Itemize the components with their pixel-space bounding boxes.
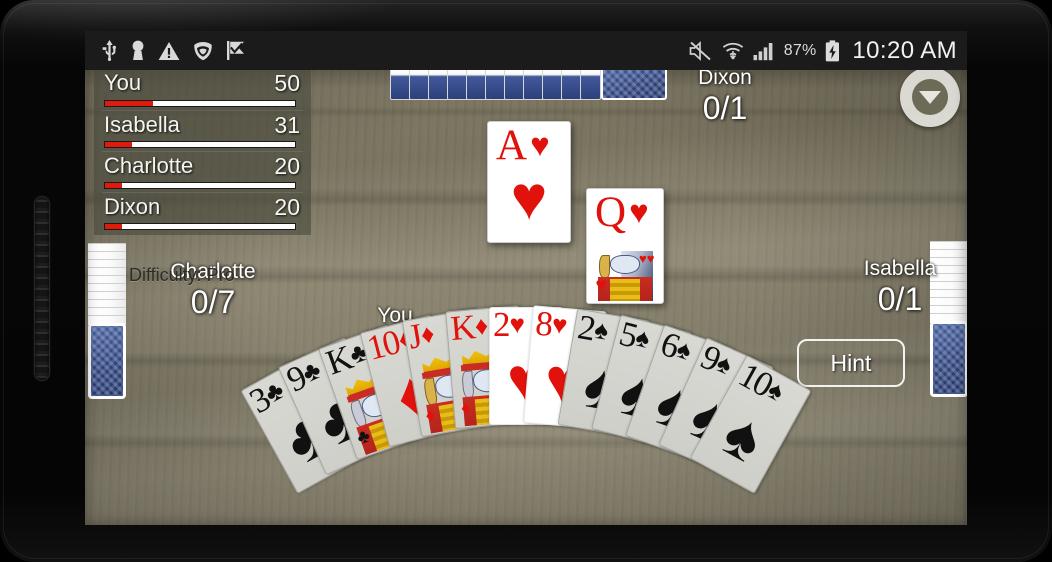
collapse-scoreboard-button[interactable] (900, 67, 960, 127)
speaker-grille (34, 196, 50, 381)
chevron-down-circle-icon (912, 79, 948, 115)
battery-percent-label: 87% (783, 41, 817, 59)
suit-icon: ♦ (473, 311, 490, 342)
card-corner-rank-suit: 2 ♠ (575, 307, 612, 352)
card-corner-rank-suit: 2 ♥ (493, 305, 525, 345)
status-bar-left-icons (101, 40, 246, 61)
vpn-shield-icon (194, 41, 212, 60)
key-icon (132, 40, 144, 60)
android-status-bar: 87% 10:20 AM (85, 31, 967, 70)
signal-bars-icon (753, 42, 773, 60)
suit-icon: ♥ (550, 310, 569, 341)
warning-icon (158, 41, 180, 60)
card-corner-rank-suit: 5 ♠ (615, 313, 654, 359)
wifi-icon (722, 42, 743, 60)
card-corner-rank-suit: 6 ♠ (655, 324, 697, 372)
card-corner-rank-suit: J ♦ (405, 314, 437, 358)
card-rank: K (448, 307, 476, 349)
phone-bezel: A ♥ ♥ Q ♥ ♥♥ ♥ You 50 Isabella 31 Charlo… (0, 0, 1052, 562)
down-triangle-icon (919, 90, 941, 104)
usb-icon (102, 40, 116, 61)
status-bar-clock: 10:20 AM (852, 36, 957, 64)
status-bar-right-icons: 87% 10:20 AM (689, 37, 957, 65)
player-hand[interactable]: 3♣♣9♣♣K♣♣10♦♦J♦♦K♦♦2♥♥8♥♥2♠♠5♠♠6♠♠9♠♠10♠… (85, 70, 967, 525)
mute-icon (689, 40, 711, 61)
phone-screen: A ♥ ♥ Q ♥ ♥♥ ♥ You 50 Isabella 31 Charlo… (85, 31, 967, 525)
card-rank: 2 (493, 305, 510, 344)
battery-charging-icon (826, 39, 840, 61)
flag-check-icon (227, 41, 244, 60)
card-corner-rank-suit: 8 ♥ (534, 304, 569, 347)
card-corner-rank-suit: K ♦ (449, 306, 490, 349)
suit-icon: ♥ (509, 310, 525, 339)
